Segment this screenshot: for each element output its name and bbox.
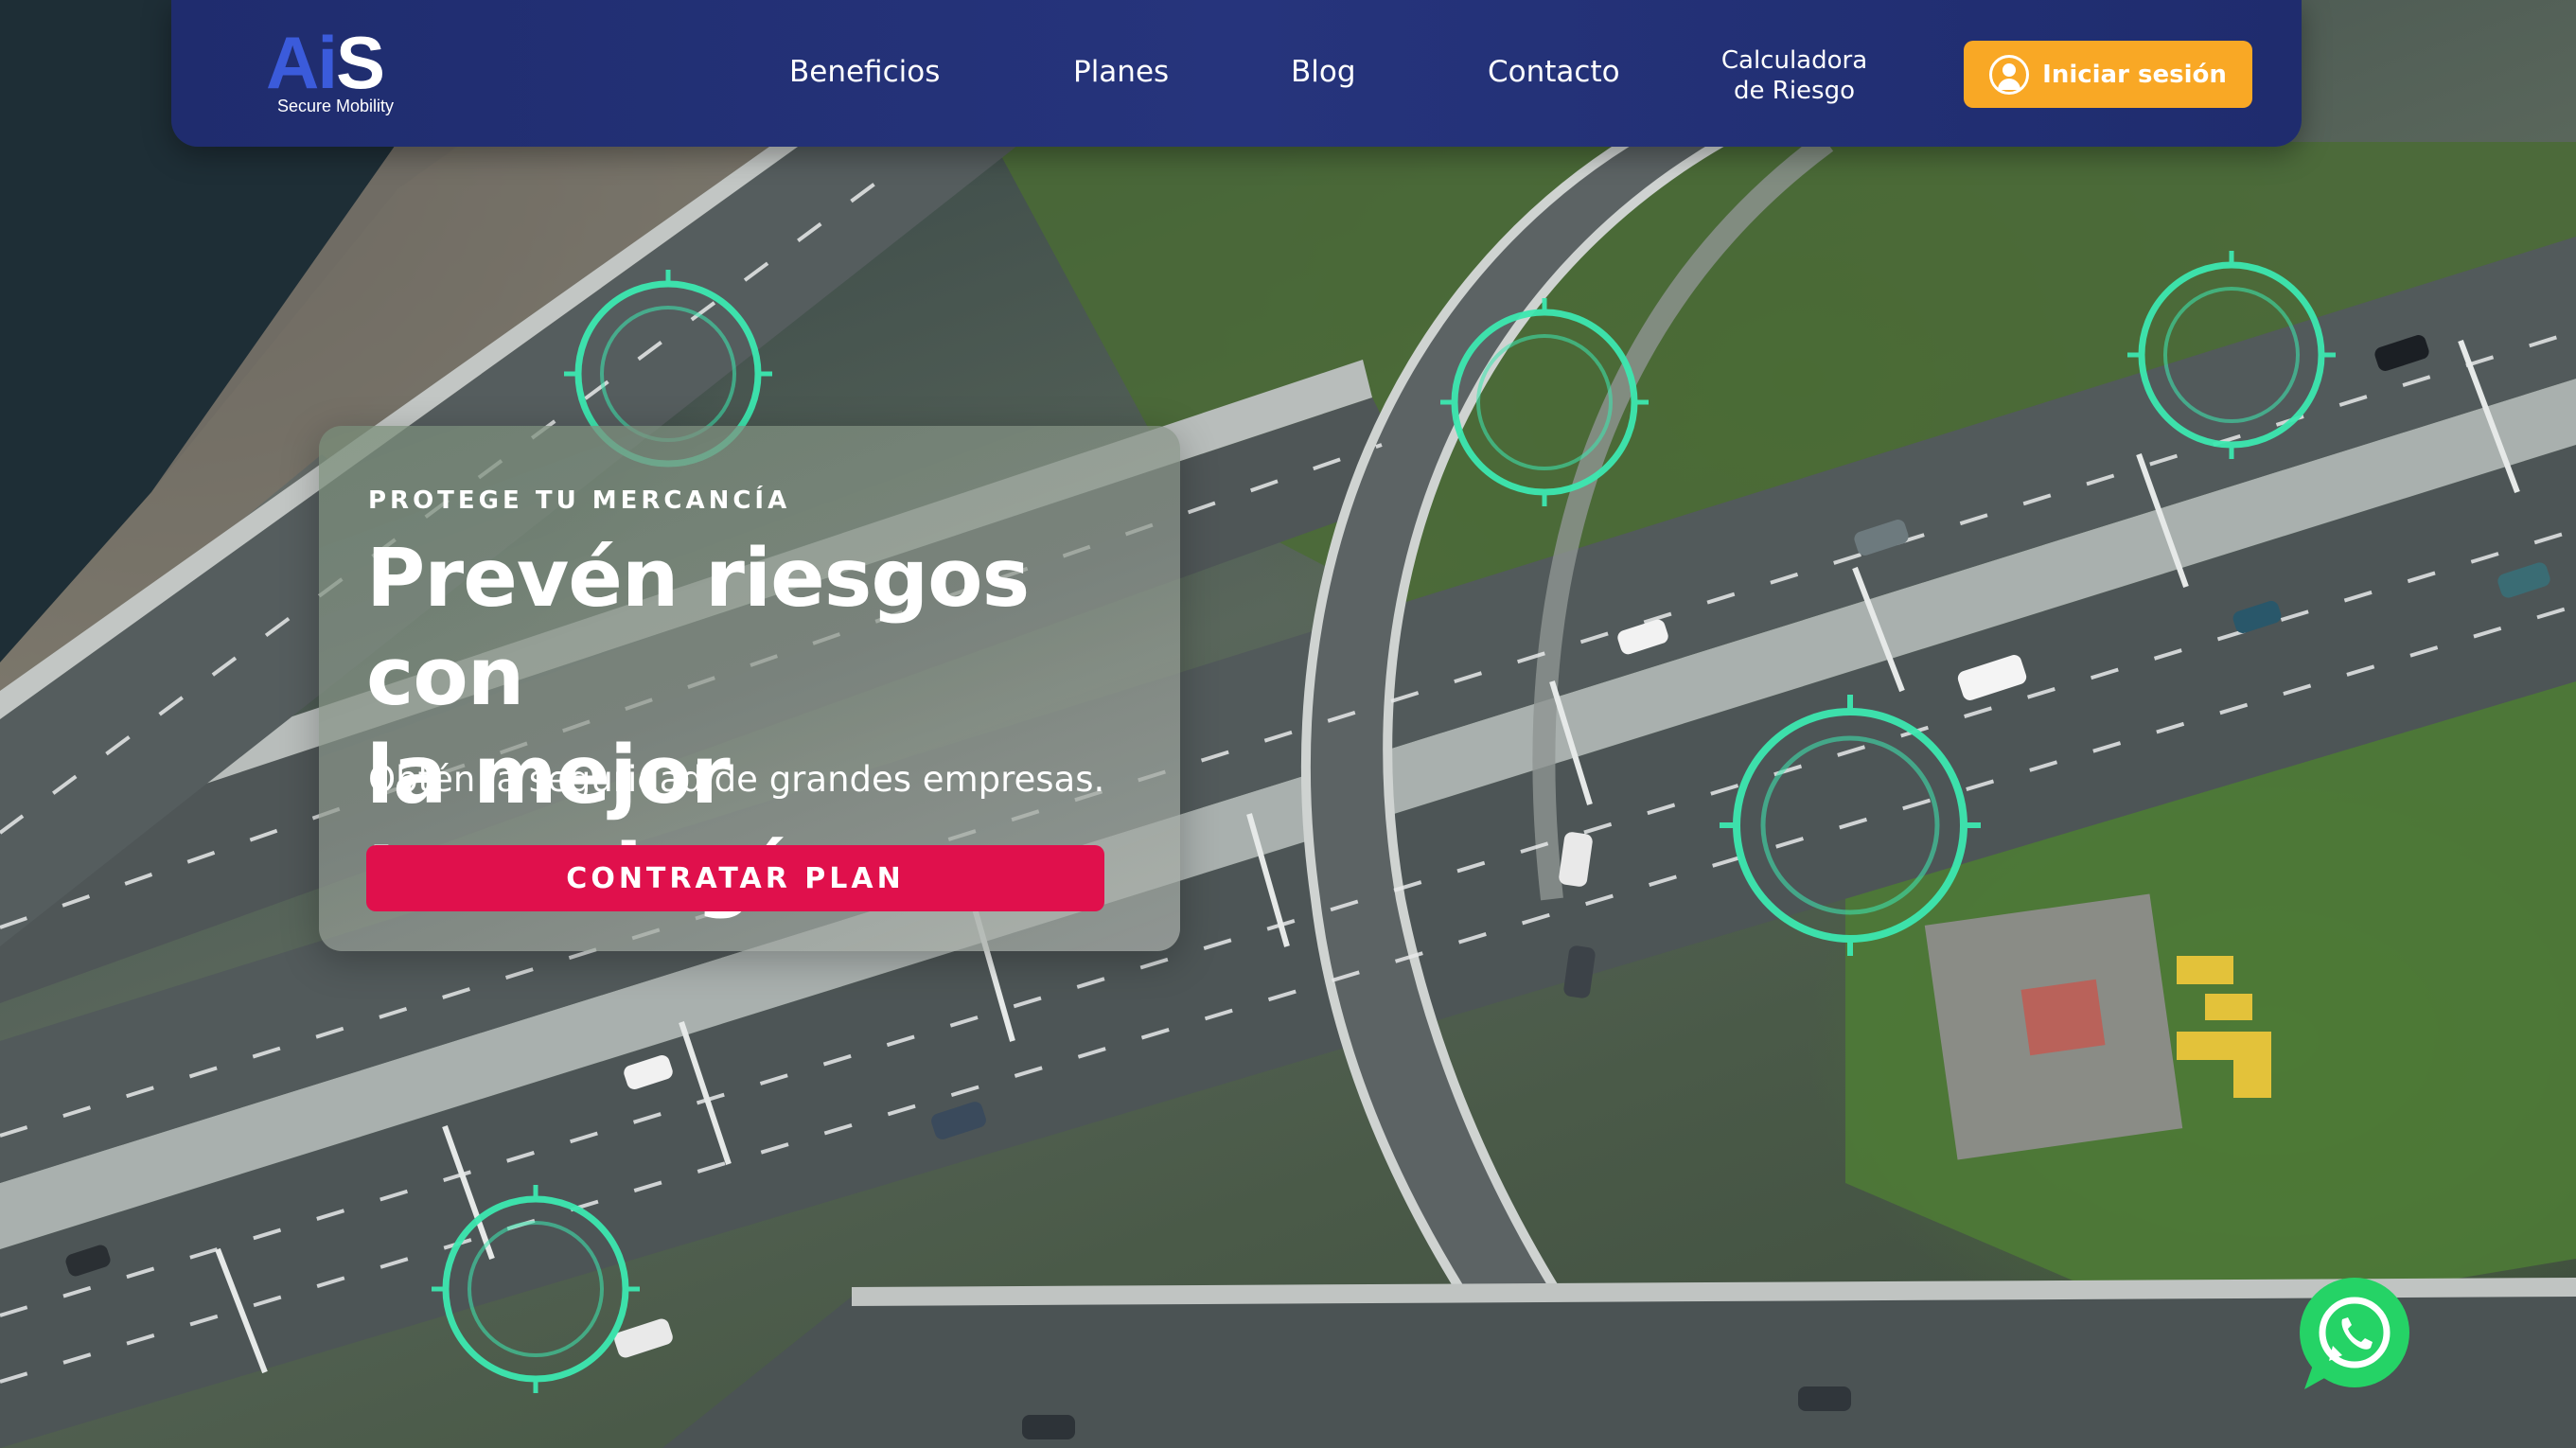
hero-card: PROTEGE TU MERCANCÍA Prevén riesgos con … — [319, 426, 1180, 951]
whatsapp-button[interactable] — [2297, 1278, 2412, 1393]
top-navbar: AiS Secure Mobility Beneficios Planes Bl… — [171, 0, 2302, 147]
login-button[interactable]: Iniciar sesión — [1964, 41, 2252, 108]
cta-label: CONTRATAR PLAN — [566, 861, 905, 895]
nav-item-planes[interactable]: Planes — [1073, 55, 1169, 89]
whatsapp-icon — [2300, 1278, 2409, 1389]
hero-headline-line1: Prevén riesgos con — [366, 532, 1030, 724]
user-circle-icon — [1989, 54, 2030, 95]
contratar-plan-button[interactable]: CONTRATAR PLAN — [366, 845, 1104, 911]
nav-item-blog[interactable]: Blog — [1291, 55, 1356, 89]
hero-eyebrow: PROTEGE TU MERCANCÍA — [368, 486, 791, 515]
login-button-label: Iniciar sesión — [2042, 60, 2227, 89]
nav-item-contacto[interactable]: Contacto — [1488, 55, 1620, 89]
nav-item-beneficios[interactable]: Beneficios — [789, 55, 940, 89]
hero-subheadline: Obtén la seguridad de grandes empresas. — [368, 759, 1105, 800]
nav-item-calculadora-riesgo[interactable]: Calculadora de Riesgo — [1704, 45, 1884, 106]
